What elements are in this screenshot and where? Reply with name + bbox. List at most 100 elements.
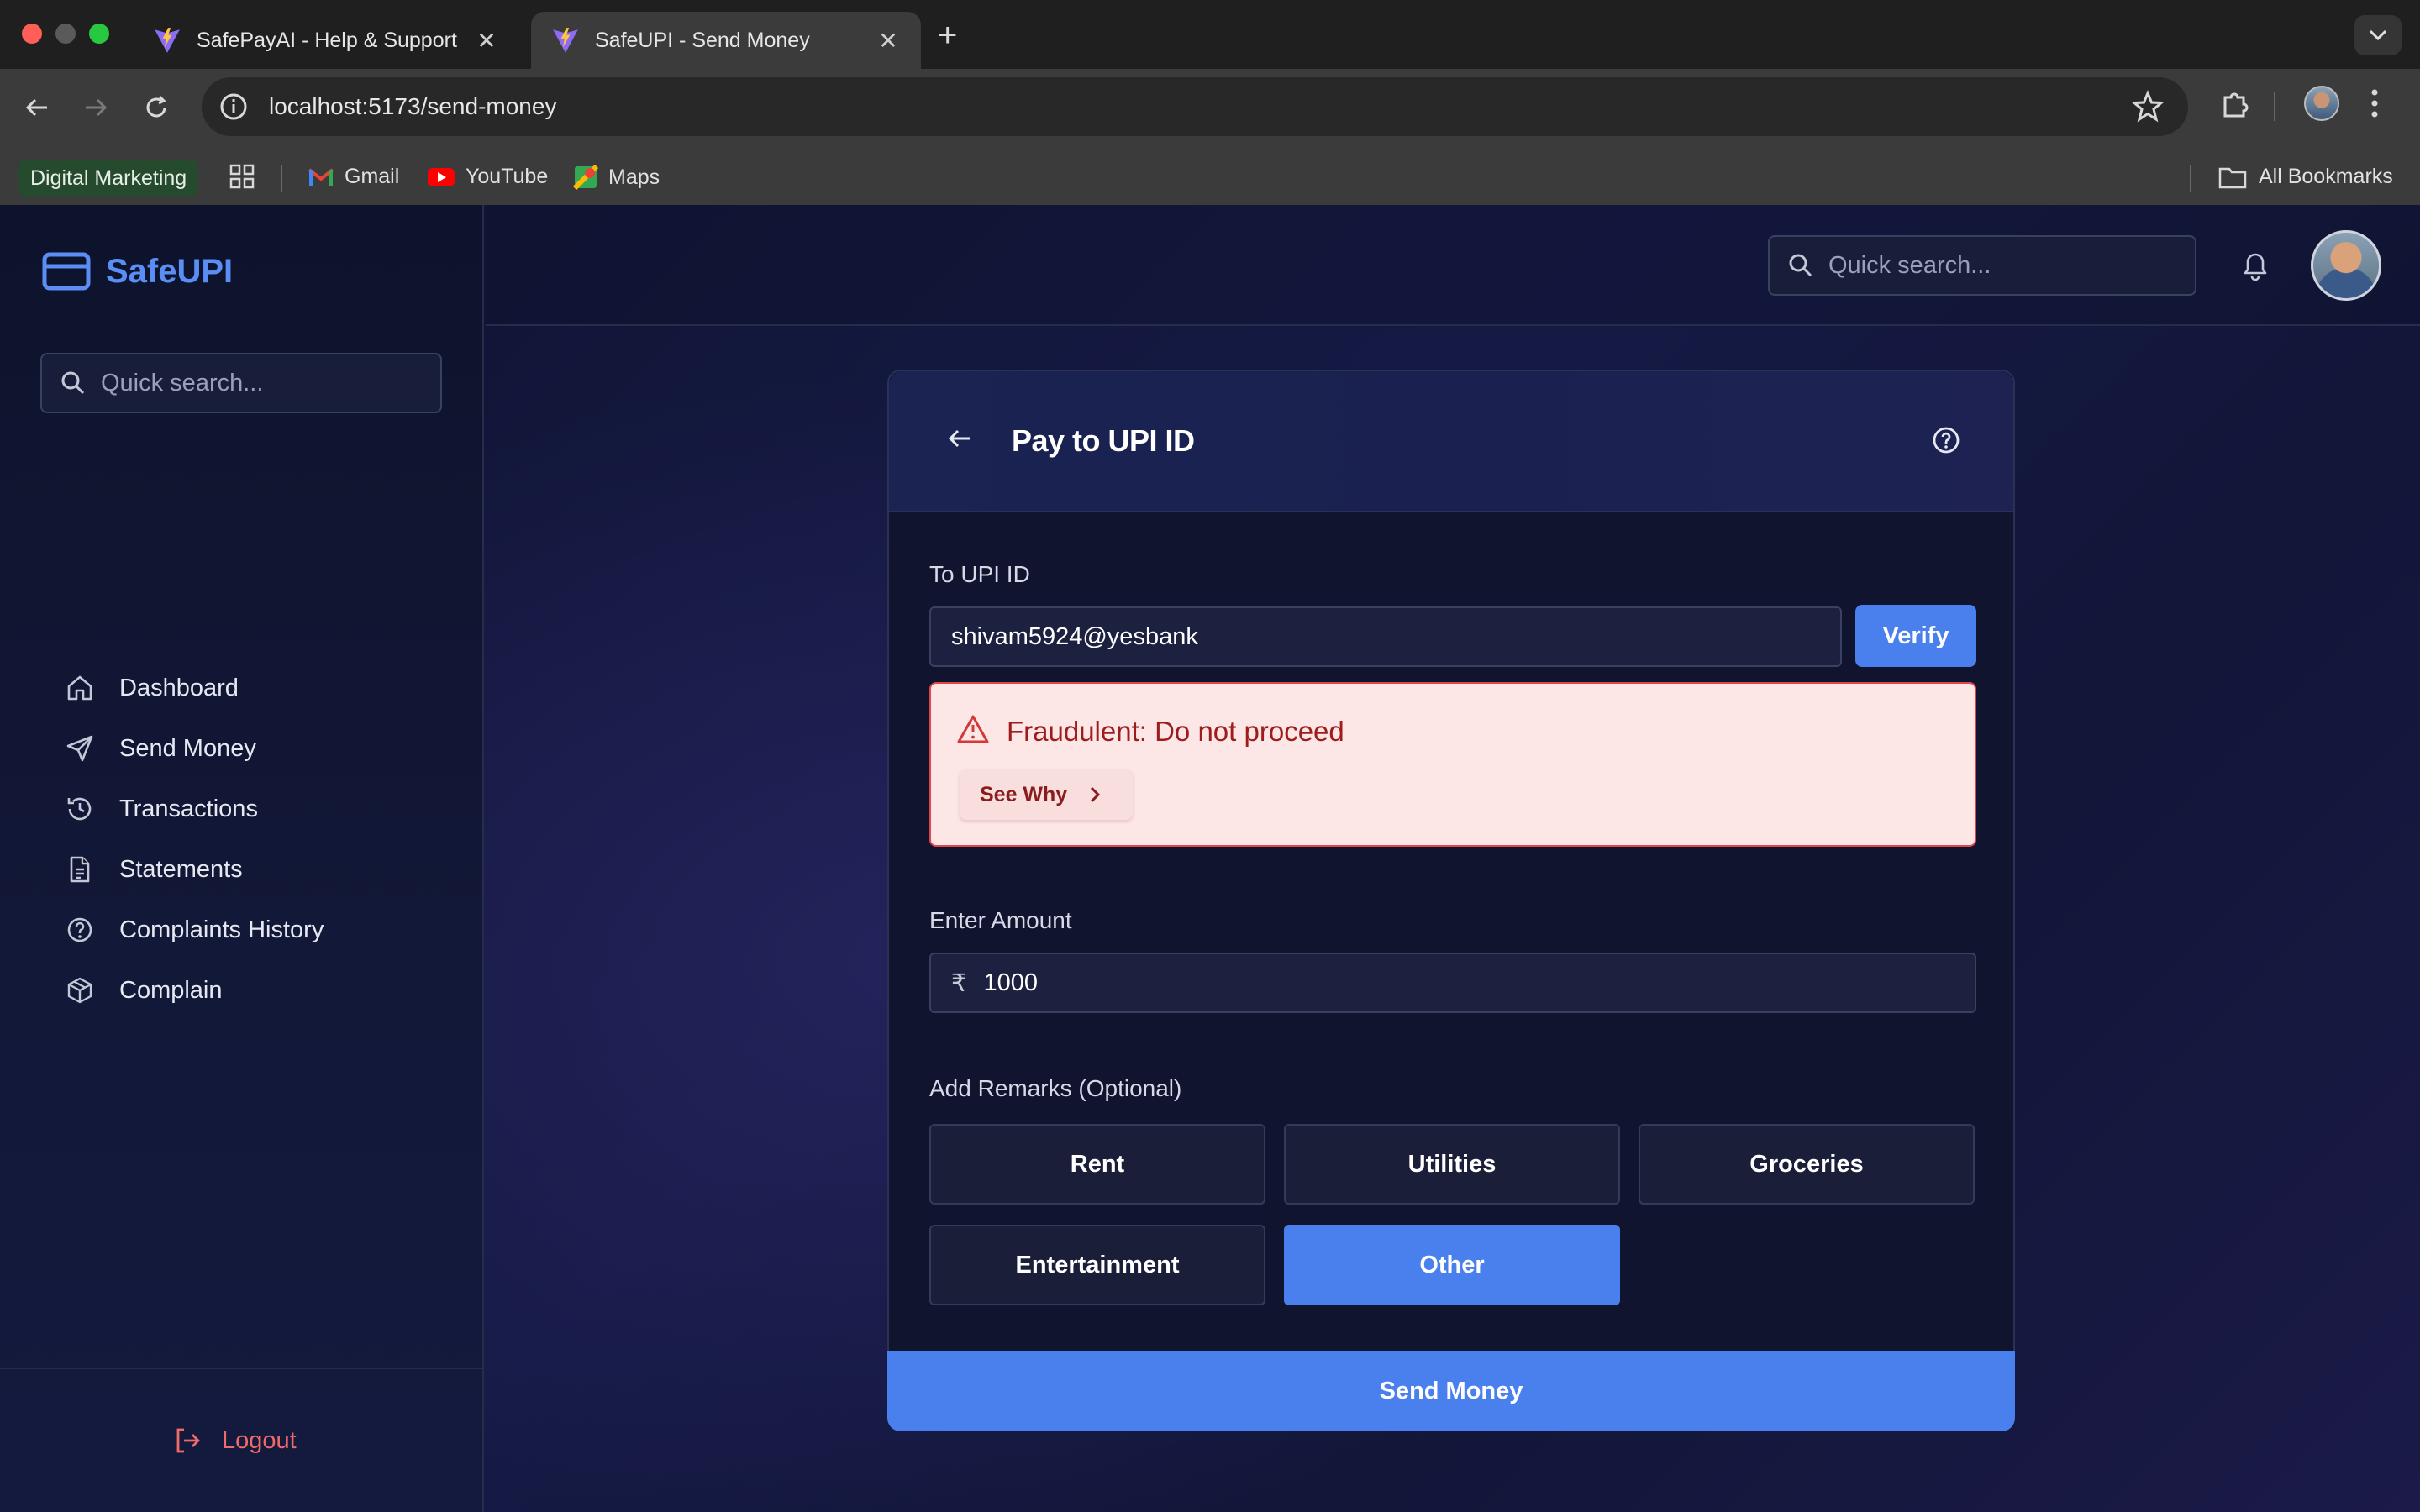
bookmark-digital-marketing[interactable]: Digital Marketing <box>18 160 199 197</box>
sidebar-item-complaints-history[interactable]: Complaints History <box>66 916 324 944</box>
search-icon <box>61 371 85 395</box>
close-window-button[interactable] <box>22 24 42 44</box>
bookmark-gmail[interactable]: Gmail <box>308 165 399 189</box>
sidebar-item-label: Transactions <box>119 795 258 822</box>
reload-icon[interactable] <box>138 89 175 126</box>
bookmark-separator <box>2190 165 2191 192</box>
back-arrow-icon[interactable] <box>946 425 973 452</box>
upi-id-input[interactable] <box>929 606 1842 667</box>
top-bar <box>486 205 2420 326</box>
browser-tab-send-money[interactable]: SafeUPI - Send Money ✕ <box>531 12 921 69</box>
sidebar-item-label: Dashboard <box>119 674 239 701</box>
verify-button[interactable]: Verify <box>1855 605 1976 667</box>
top-search-input[interactable] <box>1828 251 2131 280</box>
rupee-symbol: ₹ <box>951 969 967 997</box>
bookmark-maps[interactable]: Maps <box>573 165 660 190</box>
send-icon <box>66 735 93 762</box>
logout-icon <box>176 1428 200 1453</box>
sidebar-item-label: Send Money <box>119 734 256 762</box>
warning-triangle-icon <box>957 715 989 743</box>
folder-icon <box>2218 167 2247 188</box>
apps-grid-icon[interactable] <box>229 163 255 190</box>
package-icon <box>67 977 92 1004</box>
tab-close-icon[interactable]: ✕ <box>876 27 901 55</box>
page-title: Pay to UPI ID <box>1012 423 1195 458</box>
sidebar-search[interactable] <box>40 353 442 413</box>
minimize-window-button[interactable] <box>55 24 76 44</box>
maximize-window-button[interactable] <box>89 24 109 44</box>
tab-title: SafePayAI - Help & Support <box>197 28 457 52</box>
search-icon <box>1789 254 1812 277</box>
bookmark-label: All Bookmarks <box>2259 165 2393 188</box>
tab-close-icon[interactable]: ✕ <box>474 27 499 55</box>
vite-favicon-icon <box>155 28 180 53</box>
bookmark-label: Maps <box>608 165 660 189</box>
gmail-icon <box>308 167 334 186</box>
browser-toolbar: localhost:5173/send-money Digital Market… <box>0 69 2420 213</box>
sidebar-item-label: Complain <box>119 976 223 1004</box>
card-header: Pay to UPI ID <box>889 371 2013 512</box>
pay-card: Pay to UPI ID To UPI ID Verify Fraudulen… <box>887 370 2015 1431</box>
credit-card-icon <box>42 252 91 291</box>
user-avatar[interactable] <box>2311 230 2381 301</box>
document-icon <box>70 856 90 883</box>
address-bar[interactable]: localhost:5173/send-money <box>202 77 2188 136</box>
sidebar-item-label: Complaints History <box>119 916 324 943</box>
remark-utilities-button[interactable]: Utilities <box>1284 1124 1620 1205</box>
bookmark-label: YouTube <box>466 165 549 188</box>
sidebar-item-send-money[interactable]: Send Money <box>66 734 256 763</box>
youtube-icon <box>428 167 455 186</box>
vite-favicon-icon <box>553 28 578 53</box>
brand[interactable]: SafeUPI <box>42 252 233 291</box>
help-circle-icon <box>67 917 92 942</box>
sidebar-item-dashboard[interactable]: Dashboard <box>66 674 239 702</box>
logout-label: Logout <box>222 1426 297 1454</box>
send-money-button[interactable]: Send Money <box>887 1351 2015 1431</box>
new-tab-plus-icon[interactable]: + <box>938 17 957 55</box>
amount-field[interactable]: ₹ <box>929 953 1976 1013</box>
bell-icon[interactable] <box>2240 249 2270 281</box>
remark-groceries-button[interactable]: Groceries <box>1639 1124 1975 1205</box>
maps-icon <box>573 165 598 190</box>
app-root: SafeUPI Dashboard Send Money Transaction… <box>0 205 2420 1512</box>
extensions-puzzle-icon[interactable] <box>2218 87 2252 121</box>
bookmark-star-icon[interactable] <box>2131 90 2165 123</box>
remark-other-button[interactable]: Other <box>1284 1225 1620 1305</box>
home-icon <box>67 675 92 701</box>
profile-avatar[interactable] <box>2304 86 2339 121</box>
see-why-label: See Why <box>980 782 1068 806</box>
alert-message: Fraudulent: Do not proceed <box>1007 716 1344 747</box>
browser-tab-help-support[interactable]: SafePayAI - Help & Support ✕ <box>133 12 519 69</box>
fraud-alert: Fraudulent: Do not proceed See Why <box>929 682 1976 847</box>
sidebar: SafeUPI Dashboard Send Money Transaction… <box>0 205 484 1512</box>
browser-tab-strip: SafePayAI - Help & Support ✕ SafeUPI - S… <box>0 0 2420 69</box>
bookmarks-bar: Digital Marketing Gmail YouTube Maps All… <box>0 153 2420 203</box>
upi-field-label: To UPI ID <box>929 561 1030 587</box>
bookmark-youtube[interactable]: YouTube <box>427 165 548 189</box>
sidebar-item-label: Statements <box>119 855 243 883</box>
brand-name: SafeUPI <box>106 252 234 290</box>
sidebar-search-input[interactable] <box>101 369 403 397</box>
remarks-field-label: Add Remarks (Optional) <box>929 1075 1182 1101</box>
kebab-menu-icon[interactable] <box>2370 87 2380 119</box>
see-why-button[interactable]: See Why <box>960 769 1133 820</box>
all-bookmarks[interactable]: All Bookmarks <box>2218 165 2393 189</box>
site-info-icon[interactable] <box>218 92 249 122</box>
amount-input[interactable] <box>983 969 1824 997</box>
help-circle-icon[interactable] <box>1931 425 1961 455</box>
remark-rent-button[interactable]: Rent <box>929 1124 1265 1205</box>
logout-button[interactable]: Logout <box>173 1426 297 1455</box>
toolbar-divider <box>2274 92 2275 121</box>
sidebar-item-complain[interactable]: Complain <box>66 976 223 1005</box>
back-arrow-icon[interactable] <box>18 89 55 126</box>
tab-search-chevron-icon[interactable] <box>2354 15 2402 55</box>
remark-entertainment-button[interactable]: Entertainment <box>929 1225 1265 1305</box>
history-icon <box>67 797 92 821</box>
top-search[interactable] <box>1768 235 2196 296</box>
amount-field-label: Enter Amount <box>929 907 1072 933</box>
chevron-right-icon <box>1091 786 1101 803</box>
tab-title: SafeUPI - Send Money <box>595 28 810 52</box>
forward-arrow-icon[interactable] <box>77 89 114 126</box>
sidebar-item-transactions[interactable]: Transactions <box>66 795 258 823</box>
sidebar-item-statements[interactable]: Statements <box>66 855 243 884</box>
